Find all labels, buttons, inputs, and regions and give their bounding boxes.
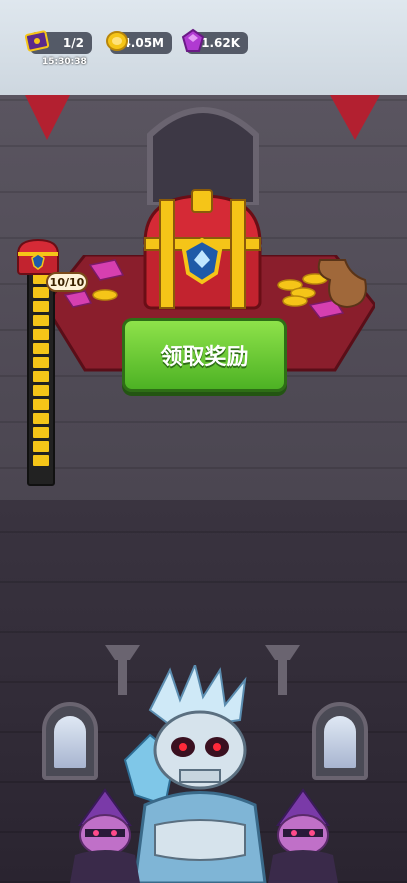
progress-count: 10/10 [46, 272, 88, 292]
progress-segment [33, 301, 49, 312]
progress-segment [33, 343, 49, 354]
progress-segment [33, 385, 49, 396]
gold-coin-icon [106, 31, 128, 51]
progress-segment [33, 441, 49, 452]
dungeon-window-right [312, 702, 368, 780]
progress-segment [33, 287, 49, 298]
progress-segment [33, 371, 49, 382]
book-count: 1/2 [62, 36, 84, 50]
dungeon-window-left [42, 702, 98, 780]
claim-reward-button[interactable]: 领取奖励 [122, 318, 287, 392]
treasure-chest-icon[interactable] [140, 188, 265, 313]
progress-segment [33, 357, 49, 368]
book-timer: 15:30:38 [42, 57, 87, 67]
progress-segment [33, 455, 49, 466]
gem-amount: 1.62K [201, 36, 240, 50]
progress-segment [33, 399, 49, 410]
mini-chest-icon [16, 238, 60, 275]
progress-segment [33, 329, 49, 340]
progress-segment [33, 315, 49, 326]
purple-gem-icon [181, 28, 205, 52]
gem-counter[interactable]: 1.62K [181, 28, 248, 54]
goblin-minion-right[interactable] [258, 785, 348, 883]
goblin-minion-left[interactable] [60, 785, 150, 883]
chest-progress-bar [27, 268, 55, 486]
book-counter[interactable]: 1/2 [24, 30, 92, 54]
progress-segment [33, 413, 49, 424]
spellbook-icon [24, 30, 50, 52]
progress-segment [33, 427, 49, 438]
gold-counter[interactable]: 4.05M [106, 31, 172, 54]
